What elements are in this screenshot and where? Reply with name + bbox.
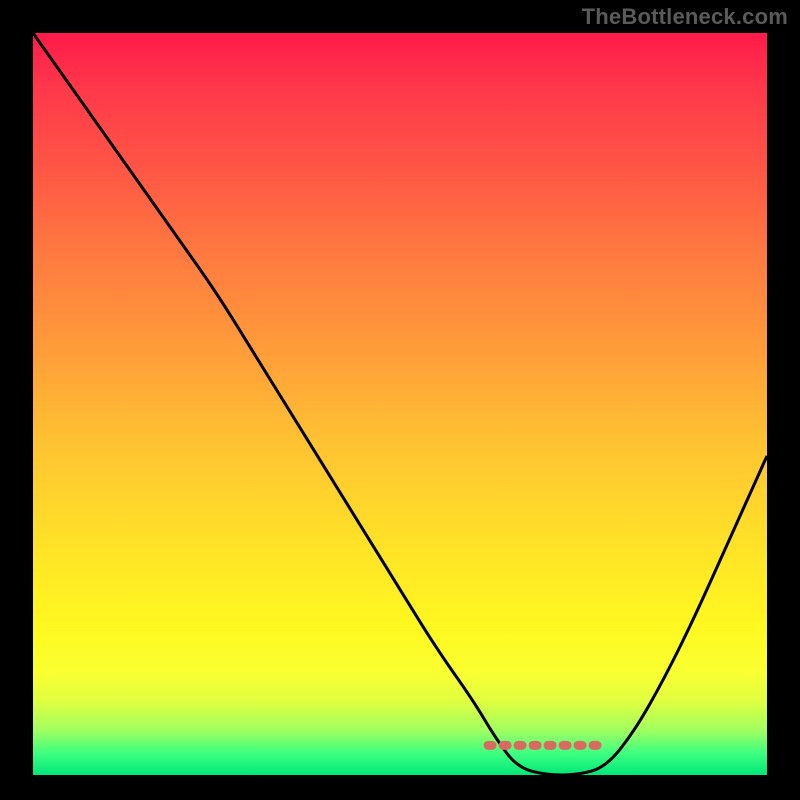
bottleneck-curve-svg	[33, 33, 767, 775]
chart-plot-area	[33, 33, 767, 775]
bottleneck-curve-path	[33, 33, 767, 775]
watermark-text: TheBottleneck.com	[582, 4, 788, 30]
